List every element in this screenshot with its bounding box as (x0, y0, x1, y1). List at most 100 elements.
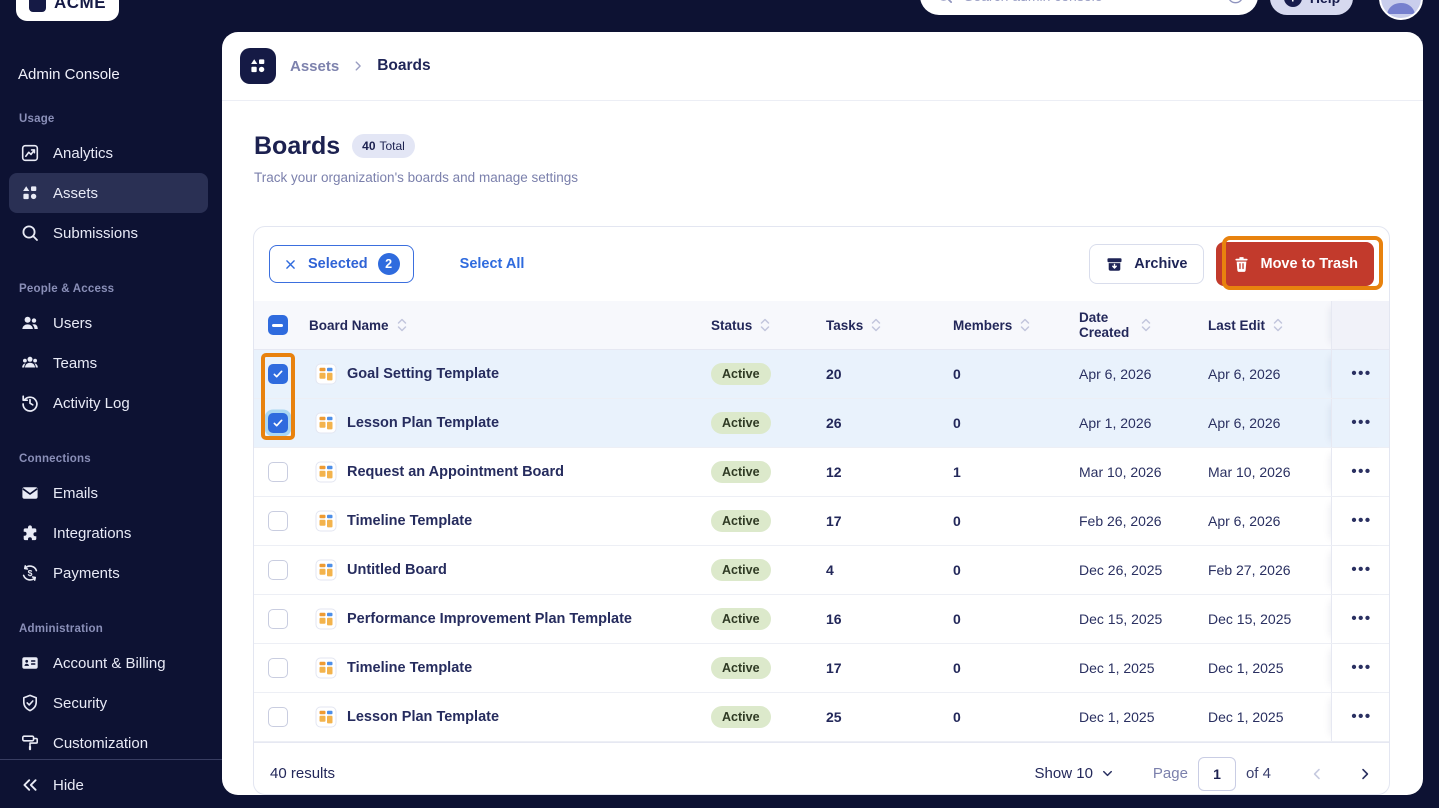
tasks-value: 4 (826, 562, 834, 578)
breadcrumb-boards: Boards (377, 57, 431, 74)
help-button[interactable]: ? Help (1270, 0, 1353, 15)
date-created-value: Dec 1, 2025 (1079, 709, 1155, 725)
last-edit-value: Apr 6, 2026 (1208, 513, 1281, 529)
board-name[interactable]: Request an Appointment Board (347, 464, 564, 480)
sort-icon[interactable] (870, 317, 882, 333)
table-footer: 40 results Show 10 Page of 4 (254, 742, 1389, 794)
row-actions-button[interactable]: ••• (1351, 415, 1371, 430)
sidebar-item-security[interactable]: Security (9, 683, 208, 723)
sidebar-item-payments[interactable]: $ Payments (9, 553, 208, 593)
user-avatar[interactable] (1379, 0, 1423, 20)
sidebar-item-hide[interactable]: Hide (9, 765, 208, 805)
breadcrumb-assets[interactable]: Assets (290, 58, 339, 75)
sidebar-section-label: Administration (19, 623, 103, 635)
clear-selection-button[interactable]: Selected 2 (269, 245, 414, 283)
acme-logo[interactable]: ACME (16, 0, 120, 21)
row-actions-button[interactable]: ••• (1351, 513, 1371, 528)
sidebar-item-analytics[interactable]: Analytics (9, 133, 208, 173)
search-icon (20, 223, 40, 243)
tasks-value: 17 (826, 513, 842, 529)
search-help-icon[interactable]: ? (1226, 0, 1245, 5)
row-actions-button[interactable]: ••• (1351, 611, 1371, 626)
sidebar-section-label: Connections (19, 453, 91, 465)
row-checkbox[interactable] (267, 511, 288, 531)
select-all-checkbox[interactable] (267, 315, 288, 335)
sidebar-item-customization[interactable]: Customization (9, 723, 208, 763)
board-name[interactable]: Lesson Plan Template (347, 709, 499, 725)
tasks-value: 25 (826, 709, 842, 725)
members-value: 0 (953, 660, 961, 676)
admin-search: ? (920, 0, 1258, 15)
column-members: Members (953, 317, 1013, 333)
row-checkbox[interactable] (267, 560, 288, 580)
selected-label: Selected (308, 256, 368, 272)
row-checkbox[interactable] (267, 707, 288, 727)
page-size-select[interactable]: Show 10 (1035, 765, 1115, 782)
search-input[interactable] (920, 0, 1258, 15)
sort-icon[interactable] (1140, 317, 1152, 333)
acme-logo-icon (29, 0, 46, 12)
row-actions-button[interactable]: ••• (1351, 366, 1371, 381)
table-row[interactable]: Goal Setting Template Active 20 0 Apr 6,… (254, 350, 1389, 399)
sort-icon[interactable] (1272, 317, 1284, 333)
select-all-link[interactable]: Select All (460, 256, 525, 272)
sidebar-item-submissions[interactable]: Submissions (9, 213, 208, 253)
table-body: Goal Setting Template Active 20 0 Apr 6,… (254, 350, 1389, 742)
row-checkbox[interactable] (267, 658, 288, 678)
page-subtitle: Track your organization's boards and man… (254, 170, 579, 185)
sidebar-item-assets[interactable]: Assets (9, 173, 208, 213)
row-checkbox[interactable] (267, 413, 288, 433)
sidebar-item-teams[interactable]: Teams (9, 343, 208, 383)
page-number-input[interactable] (1197, 756, 1236, 791)
status-badge: Active (711, 363, 771, 385)
table-row[interactable]: Untitled Board Active 4 0 Dec 26, 2025 F… (254, 546, 1389, 595)
row-checkbox[interactable] (267, 364, 288, 384)
assets-icon (20, 183, 40, 203)
sidebar-item-account-billing[interactable]: Account & Billing (9, 643, 208, 683)
sidebar-item-label: Activity Log (53, 394, 130, 412)
members-value: 0 (953, 611, 961, 627)
board-name[interactable]: Timeline Template (347, 513, 472, 529)
row-actions-button[interactable]: ••• (1351, 709, 1371, 724)
row-checkbox[interactable] (267, 462, 288, 482)
date-created-value: Mar 10, 2026 (1079, 464, 1162, 480)
table-row[interactable]: Timeline Template Active 17 0 Feb 26, 20… (254, 497, 1389, 546)
page-header: Boards 40 Total Track your organization's… (254, 131, 578, 185)
board-name[interactable]: Timeline Template (347, 660, 472, 676)
board-name[interactable]: Lesson Plan Template (347, 415, 499, 431)
row-actions-button[interactable]: ••• (1351, 562, 1371, 577)
row-checkbox[interactable] (267, 609, 288, 629)
members-value: 0 (953, 415, 961, 431)
table-row[interactable]: Performance Improvement Plan Template Ac… (254, 595, 1389, 644)
table-row[interactable]: Lesson Plan Template Active 26 0 Apr 1, … (254, 399, 1389, 448)
archive-button[interactable]: Archive (1089, 244, 1204, 284)
users-icon (20, 313, 40, 333)
date-created-value: Dec 1, 2025 (1079, 660, 1155, 676)
chevron-down-icon (1100, 766, 1115, 781)
sidebar-item-integrations[interactable]: Integrations (9, 513, 208, 553)
svg-text:$: $ (28, 568, 33, 578)
sidebar-item-users[interactable]: Users (9, 303, 208, 343)
date-created-value: Apr 1, 2026 (1079, 415, 1152, 431)
next-page-button[interactable] (1357, 766, 1373, 782)
status-badge: Active (711, 706, 771, 728)
column-actions (1331, 301, 1389, 349)
sidebar-item-activity-log[interactable]: Activity Log (9, 383, 208, 423)
sort-icon[interactable] (759, 317, 771, 333)
sidebar-item-emails[interactable]: Emails (9, 473, 208, 513)
table-row[interactable]: Timeline Template Active 17 0 Dec 1, 202… (254, 644, 1389, 693)
move-to-trash-button[interactable]: Move to Trash (1215, 242, 1374, 286)
table-row[interactable]: Lesson Plan Template Active 25 0 Dec 1, … (254, 693, 1389, 742)
table-row[interactable]: Request an Appointment Board Active 12 1… (254, 448, 1389, 497)
sort-icon[interactable] (396, 317, 408, 333)
sort-icon[interactable] (1019, 317, 1031, 333)
row-actions-button[interactable]: ••• (1351, 464, 1371, 479)
board-name[interactable]: Performance Improvement Plan Template (347, 611, 632, 627)
archive-icon (1105, 255, 1124, 274)
board-name[interactable]: Untitled Board (347, 562, 447, 578)
board-name[interactable]: Goal Setting Template (347, 366, 499, 382)
acme-logo-text: ACME (54, 0, 107, 12)
previous-page-button[interactable] (1309, 766, 1325, 782)
row-actions-button[interactable]: ••• (1351, 660, 1371, 675)
last-edit-value: Mar 10, 2026 (1208, 464, 1291, 480)
